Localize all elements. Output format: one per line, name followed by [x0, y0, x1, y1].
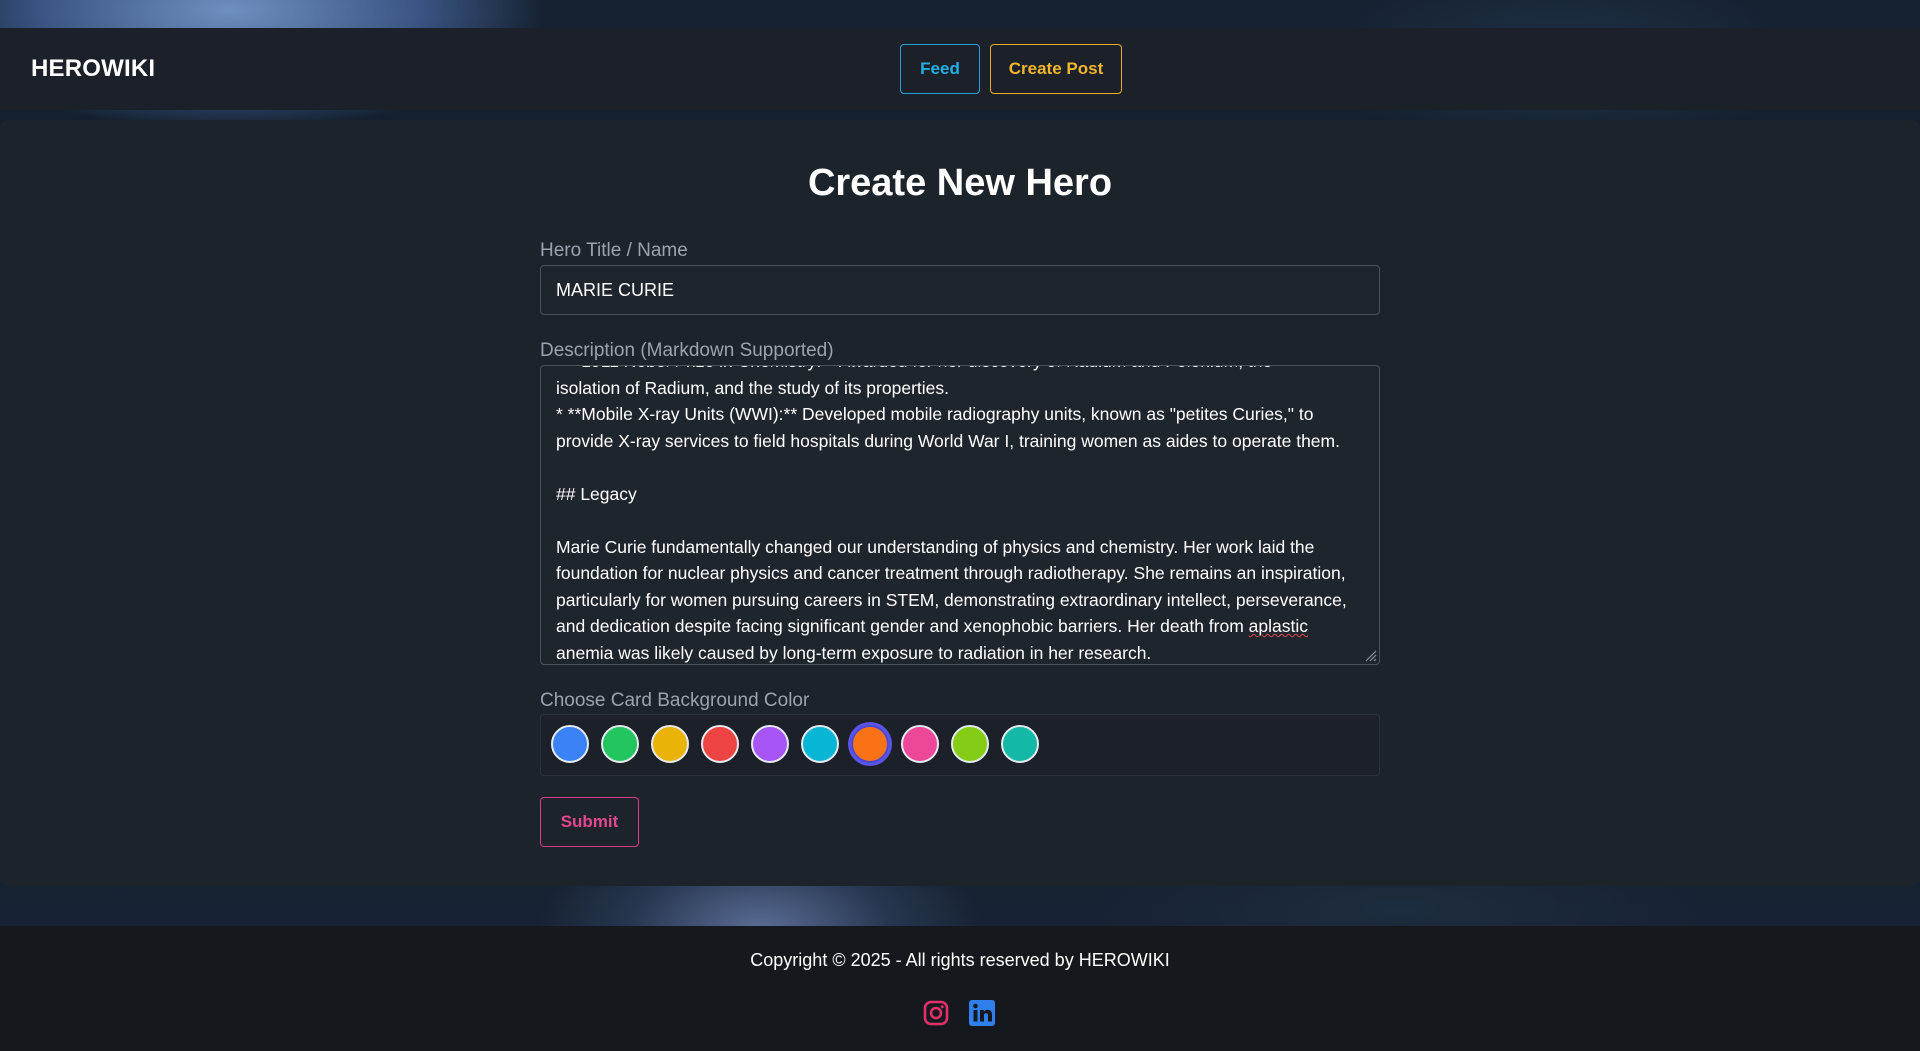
color-picker — [540, 714, 1380, 776]
color-swatch[interactable] — [701, 725, 739, 763]
brand-logo[interactable]: HEROWIKI — [31, 28, 155, 110]
color-swatch[interactable] — [751, 725, 789, 763]
description-line: Marie Curie fundamentally changed our un… — [556, 536, 1315, 557]
feed-button[interactable]: Feed — [900, 44, 980, 94]
color-swatch[interactable] — [801, 725, 839, 763]
submit-button[interactable]: Submit — [540, 797, 639, 847]
create-post-button[interactable]: Create Post — [990, 44, 1122, 94]
description-line: anemia was likely caused by long-term ex… — [556, 642, 1152, 663]
description-line — [556, 454, 1354, 481]
description-line: and dedication despite facing significan… — [556, 616, 1308, 636]
footer: Copyright © 2025 - All rights reserved b… — [0, 926, 1920, 1051]
color-swatch[interactable] — [1001, 725, 1039, 763]
color-swatch[interactable] — [601, 725, 639, 763]
color-swatch[interactable] — [951, 725, 989, 763]
nav-buttons: Feed Create Post — [900, 44, 1122, 94]
description-line: * **1911 Nobel Prize in Chemistry:** Awa… — [556, 366, 1354, 375]
name-label: Hero Title / Name — [540, 240, 688, 261]
description-line: * **Mobile X-ray Units (WWI):** Develope… — [556, 404, 1314, 424]
hero-name-input[interactable] — [540, 265, 1380, 315]
instagram-icon[interactable] — [922, 999, 950, 1027]
color-swatch[interactable] — [551, 725, 589, 763]
color-swatch[interactable] — [651, 725, 689, 763]
description-line: particularly for women pursuing careers … — [556, 589, 1347, 610]
misspelled-word: aplastic — [1248, 616, 1308, 636]
navbar: HEROWIKI Feed Create Post — [0, 28, 1920, 110]
description-line — [556, 507, 1354, 534]
description-line: isolation of Radium, and the study of it… — [556, 377, 949, 398]
description-line: ## Legacy — [556, 483, 637, 504]
description-label: Description (Markdown Supported) — [540, 340, 834, 361]
description-line: provide X-ray services to field hospital… — [556, 430, 1340, 451]
copyright-text: Copyright © 2025 - All rights reserved b… — [750, 950, 1170, 970]
description-line: foundation for nuclear physics and cance… — [556, 563, 1346, 583]
page-title: Create New Hero — [807, 162, 1113, 204]
resize-handle-icon[interactable] — [1363, 648, 1377, 662]
create-hero-panel: Create New Hero Hero Title / Name Descri… — [0, 120, 1920, 886]
social-links — [922, 999, 996, 1027]
color-label: Choose Card Background Color — [540, 690, 810, 711]
color-swatch[interactable] — [851, 725, 889, 763]
description-text: * **1911 Nobel Prize in Chemistry:** Awa… — [556, 366, 1354, 664]
linkedin-icon[interactable] — [968, 999, 996, 1027]
description-textarea[interactable]: * **1911 Nobel Prize in Chemistry:** Awa… — [540, 365, 1380, 665]
color-swatch[interactable] — [901, 725, 939, 763]
